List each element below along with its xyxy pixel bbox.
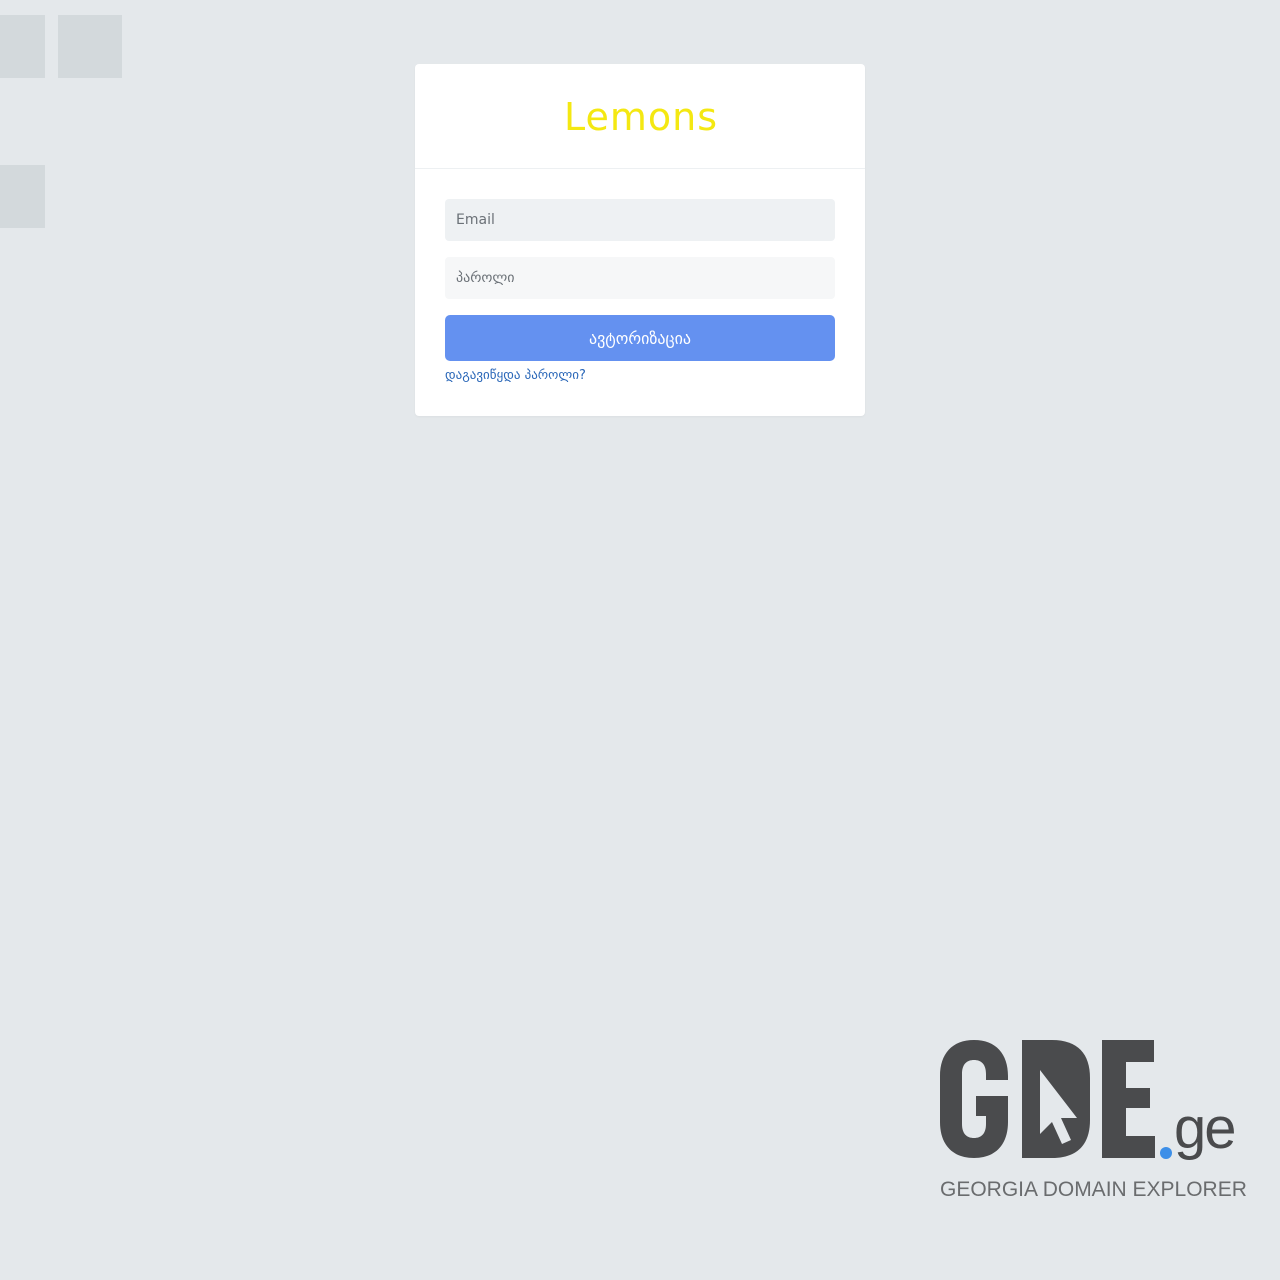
decorative-square	[0, 165, 45, 228]
gde-logo-suffix: ge	[1174, 1096, 1236, 1161]
password-input[interactable]	[445, 257, 835, 299]
login-form: ავტორიზაცია დაგავიწყდა პაროლი?	[415, 169, 865, 383]
login-card: Lemons ავტორიზაცია დაგავიწყდა პაროლი?	[415, 64, 865, 416]
decorative-square	[58, 15, 122, 78]
brand-logo: Lemons	[563, 95, 719, 139]
gde-watermark: ge GEORGIA DOMAIN EXPLORER	[930, 1030, 1250, 1210]
email-input[interactable]	[445, 199, 835, 241]
decorative-square	[0, 15, 45, 78]
card-header: Lemons	[415, 64, 865, 169]
watermark-tagline: GEORGIA DOMAIN EXPLORER	[940, 1178, 1247, 1201]
login-button[interactable]: ავტორიზაცია	[445, 315, 835, 361]
forgot-password-link[interactable]: დაგავიწყდა პაროლი?	[445, 368, 586, 383]
